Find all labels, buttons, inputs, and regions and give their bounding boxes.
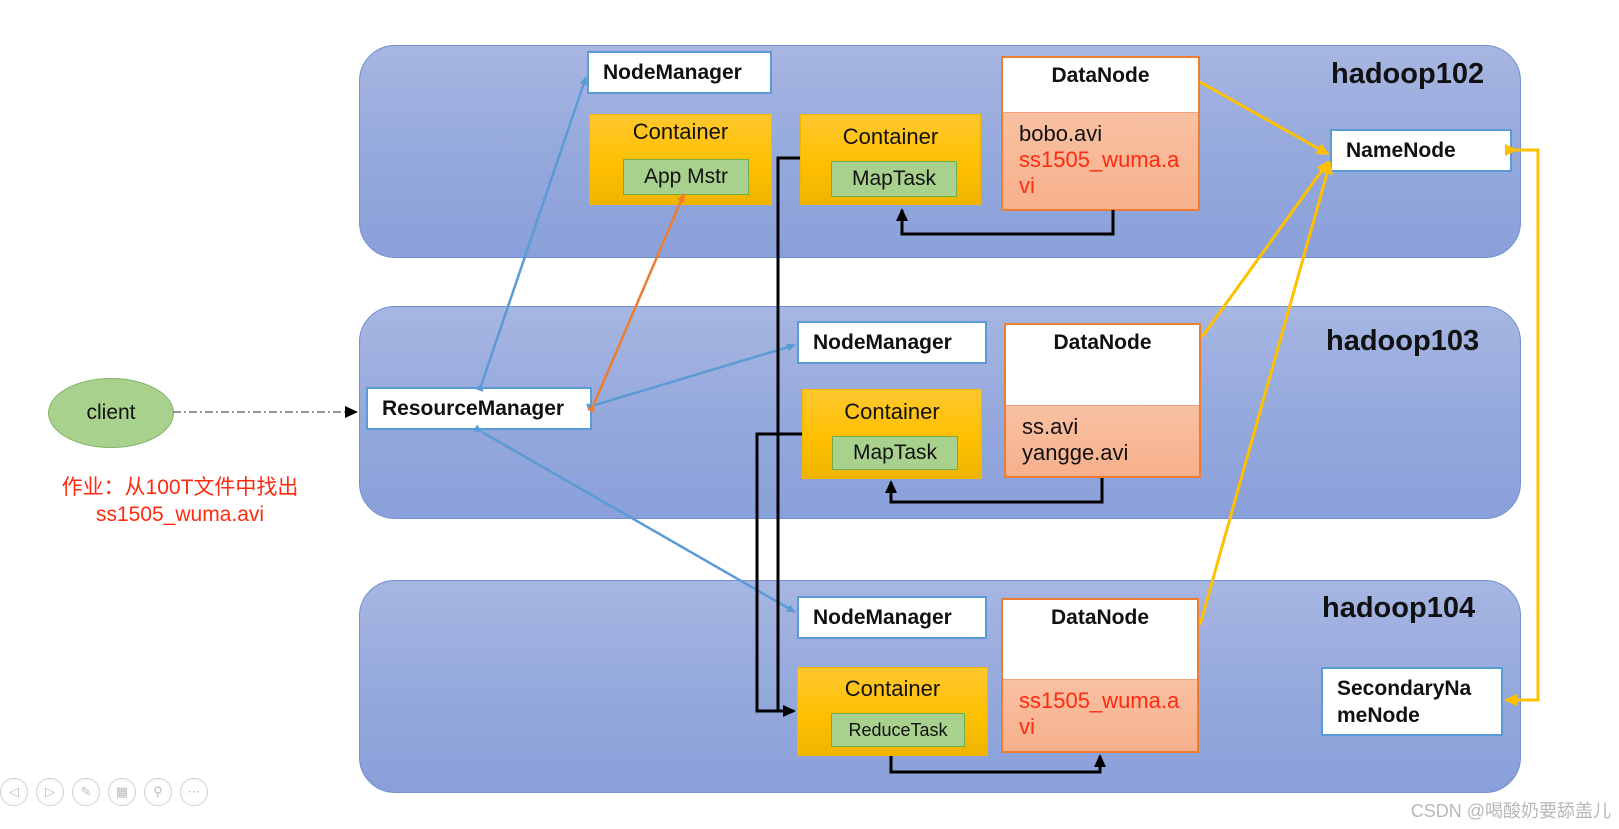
homework-line1: 作业：从100T文件中找出 [61, 476, 299, 499]
slides-icon[interactable]: ▦ [108, 778, 136, 806]
watermark: CSDN @喝酸奶要舔盖儿 [1410, 801, 1611, 821]
datanode-hadoop102[interactable]: DataNode bobo.avi ss1505_wuma.a vi [1001, 56, 1200, 211]
file-item-highlight: vi [1019, 714, 1035, 739]
file-item: ss.avi [1022, 414, 1079, 439]
container-title: Container [632, 119, 729, 144]
datanode-hadoop104[interactable]: DataNode ss1505_wuma.a vi [1001, 598, 1199, 753]
file-item-highlight: ss1505_wuma.a [1019, 147, 1180, 172]
resource-manager-label: ResourceManager [382, 396, 565, 420]
file-item-highlight: vi [1019, 173, 1035, 198]
slideshow-toolbar: ◁ ▷ ✎ ▦ ⚲ ⋯ [0, 778, 208, 806]
nodemanager-hadoop103[interactable]: NodeManager [797, 321, 987, 364]
container-maptask-hadoop102[interactable]: Container MapTask [800, 114, 981, 205]
host-label-hadoop103: hadoop103 [1326, 325, 1480, 357]
file-item-highlight: ss1505_wuma.a [1019, 688, 1180, 713]
file-item: bobo.avi [1019, 121, 1103, 146]
next-icon[interactable]: ▷ [36, 778, 64, 806]
task-reducetask[interactable]: ReduceTask [831, 713, 965, 747]
datanode-files: ss.avi yangge.avi [1006, 405, 1199, 476]
datanode-title: DataNode [1050, 606, 1150, 629]
secondary-namenode[interactable]: SecondaryNa meNode [1321, 667, 1503, 736]
resource-manager[interactable]: ResourceManager [366, 387, 592, 430]
client-label: client [86, 401, 136, 424]
host-label-hadoop102: hadoop102 [1331, 58, 1485, 90]
task-maptask[interactable]: MapTask [832, 436, 958, 470]
datanode-files: ss1505_wuma.a vi [1003, 679, 1197, 751]
container-title: Container [844, 399, 940, 424]
datanode-title: DataNode [1051, 64, 1150, 87]
container-maptask-hadoop103[interactable]: Container MapTask [802, 389, 982, 479]
datanode-files: bobo.avi ss1505_wuma.a vi [1003, 112, 1198, 209]
homework-note: 作业：从100T文件中找出 ss1505_wuma.avi [30, 474, 330, 528]
namenode-label: NameNode [1346, 138, 1456, 162]
nodemanager-hadoop102[interactable]: NodeManager [587, 51, 772, 94]
host-label-hadoop104: hadoop104 [1322, 592, 1476, 624]
container-reducetask-hadoop104[interactable]: Container ReduceTask [797, 667, 988, 756]
zoom-icon[interactable]: ⚲ [144, 778, 172, 806]
homework-line2: ss1505_wuma.avi [95, 503, 265, 526]
nodemanager-hadoop104[interactable]: NodeManager [797, 596, 987, 639]
container-title: Container [844, 676, 941, 701]
nodemanager-label: NodeManager [603, 60, 742, 84]
file-item: yangge.avi [1022, 440, 1129, 465]
nodemanager-label: NodeManager [813, 605, 952, 629]
container-title: Container [842, 124, 939, 149]
task-app-master[interactable]: App Mstr [623, 159, 749, 195]
secondary-namenode-line2: meNode [1337, 703, 1420, 727]
namenode[interactable]: NameNode [1330, 129, 1512, 172]
task-maptask[interactable]: MapTask [831, 161, 957, 197]
pen-icon[interactable]: ✎ [72, 778, 100, 806]
client-node[interactable]: client [48, 378, 174, 448]
more-icon[interactable]: ⋯ [180, 778, 208, 806]
datanode-title: DataNode [1053, 331, 1152, 354]
container-appmaster[interactable]: Container App Mstr [589, 114, 772, 205]
nodemanager-label: NodeManager [813, 330, 952, 354]
secondary-namenode-line1: SecondaryNa [1337, 676, 1472, 700]
datanode-hadoop103[interactable]: DataNode ss.avi yangge.avi [1004, 323, 1201, 478]
prev-icon[interactable]: ◁ [0, 778, 28, 806]
